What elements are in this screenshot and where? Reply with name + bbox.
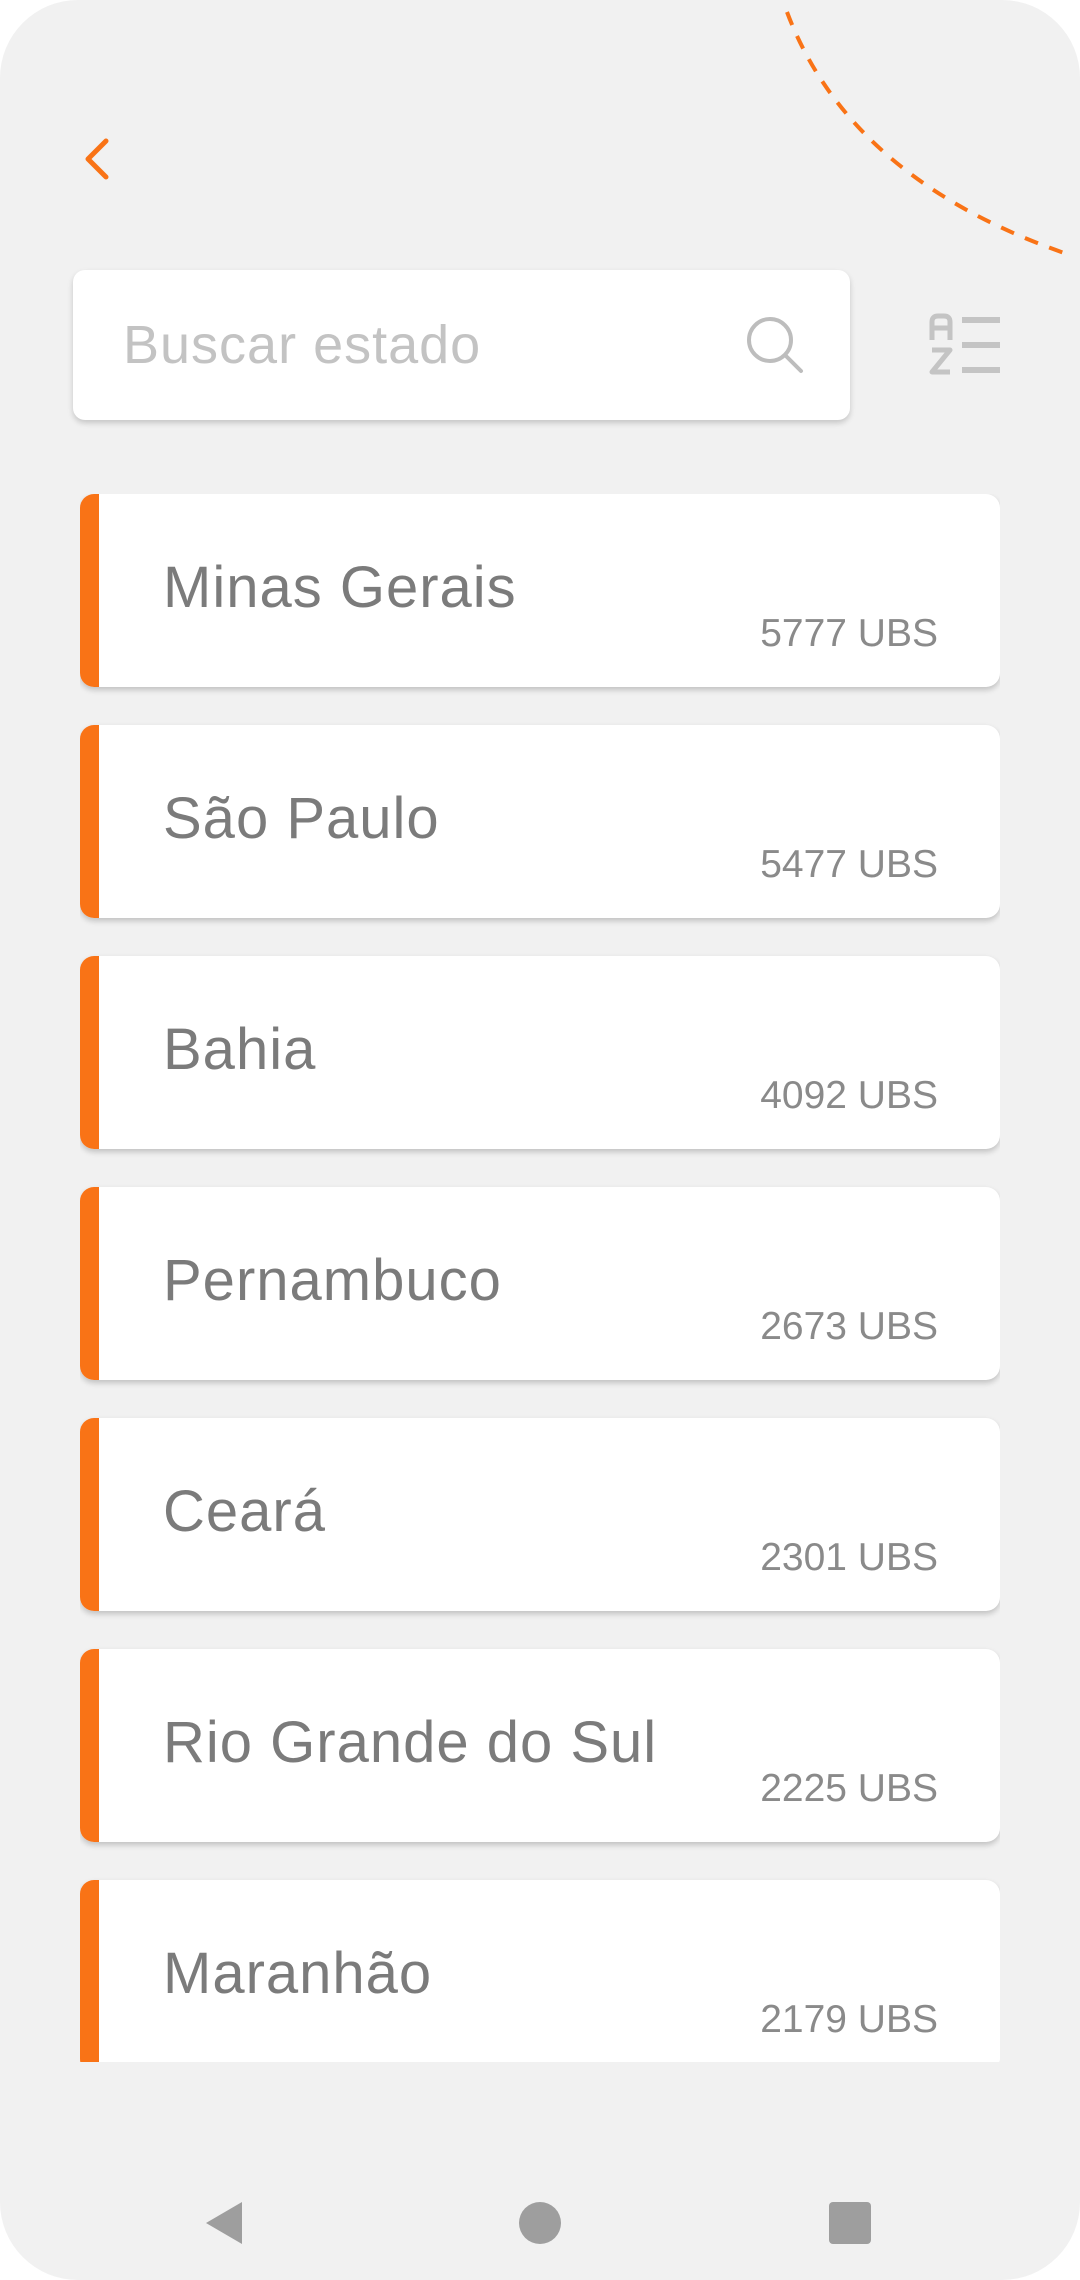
state-name: Bahia <box>163 1017 317 1082</box>
search-icon[interactable] <box>744 314 806 376</box>
chevron-left-icon <box>85 138 109 180</box>
state-name: Pernambuco <box>163 1248 502 1313</box>
nav-recents-icon <box>829 2202 871 2244</box>
search-box <box>73 270 850 420</box>
card-accent-bar <box>80 1880 99 2062</box>
state-card-maranhao[interactable]: Maranhão 2179 UBS <box>80 1880 1000 2062</box>
card-accent-bar <box>80 956 99 1149</box>
state-name: Maranhão <box>163 1941 433 2006</box>
decorative-arc <box>785 11 1071 257</box>
state-card-ceara[interactable]: Ceará 2301 UBS <box>80 1418 1000 1611</box>
ubs-count: 5777 UBS <box>760 612 938 655</box>
nav-back-button[interactable] <box>190 2188 260 2258</box>
state-name: Rio Grande do Sul <box>163 1710 658 1775</box>
sort-alpha-icon <box>929 313 1000 375</box>
card-accent-bar <box>80 1649 99 1842</box>
system-nav-bar <box>0 2120 1080 2280</box>
state-list: Minas Gerais 5777 UBS São Paulo 5477 UBS… <box>80 494 1000 2062</box>
card-accent-bar <box>80 1187 99 1380</box>
back-button[interactable] <box>62 124 132 194</box>
card-accent-bar <box>80 494 99 687</box>
ubs-count: 2179 UBS <box>760 1998 938 2041</box>
search-input[interactable] <box>123 295 683 395</box>
state-card-rio-grande-do-sul[interactable]: Rio Grande do Sul 2225 UBS <box>80 1649 1000 1842</box>
nav-home-icon <box>519 2202 561 2244</box>
nav-back-icon <box>206 2202 242 2244</box>
card-accent-bar <box>80 725 99 918</box>
state-name: São Paulo <box>163 786 440 851</box>
app-screen: Minas Gerais 5777 UBS São Paulo 5477 UBS… <box>0 0 1080 2280</box>
sort-button[interactable] <box>928 312 1002 378</box>
ubs-count: 5477 UBS <box>760 843 938 886</box>
state-card-sao-paulo[interactable]: São Paulo 5477 UBS <box>80 725 1000 918</box>
state-card-bahia[interactable]: Bahia 4092 UBS <box>80 956 1000 1149</box>
state-card-minas-gerais[interactable]: Minas Gerais 5777 UBS <box>80 494 1000 687</box>
state-name: Ceará <box>163 1479 326 1544</box>
state-name: Minas Gerais <box>163 555 517 620</box>
ubs-count: 2225 UBS <box>760 1767 938 1810</box>
ubs-count: 2673 UBS <box>760 1305 938 1348</box>
ubs-count: 2301 UBS <box>760 1536 938 1579</box>
nav-recents-button[interactable] <box>815 2188 885 2258</box>
state-card-pernambuco[interactable]: Pernambuco 2673 UBS <box>80 1187 1000 1380</box>
nav-home-button[interactable] <box>505 2188 575 2258</box>
ubs-count: 4092 UBS <box>760 1074 938 1117</box>
card-accent-bar <box>80 1418 99 1611</box>
